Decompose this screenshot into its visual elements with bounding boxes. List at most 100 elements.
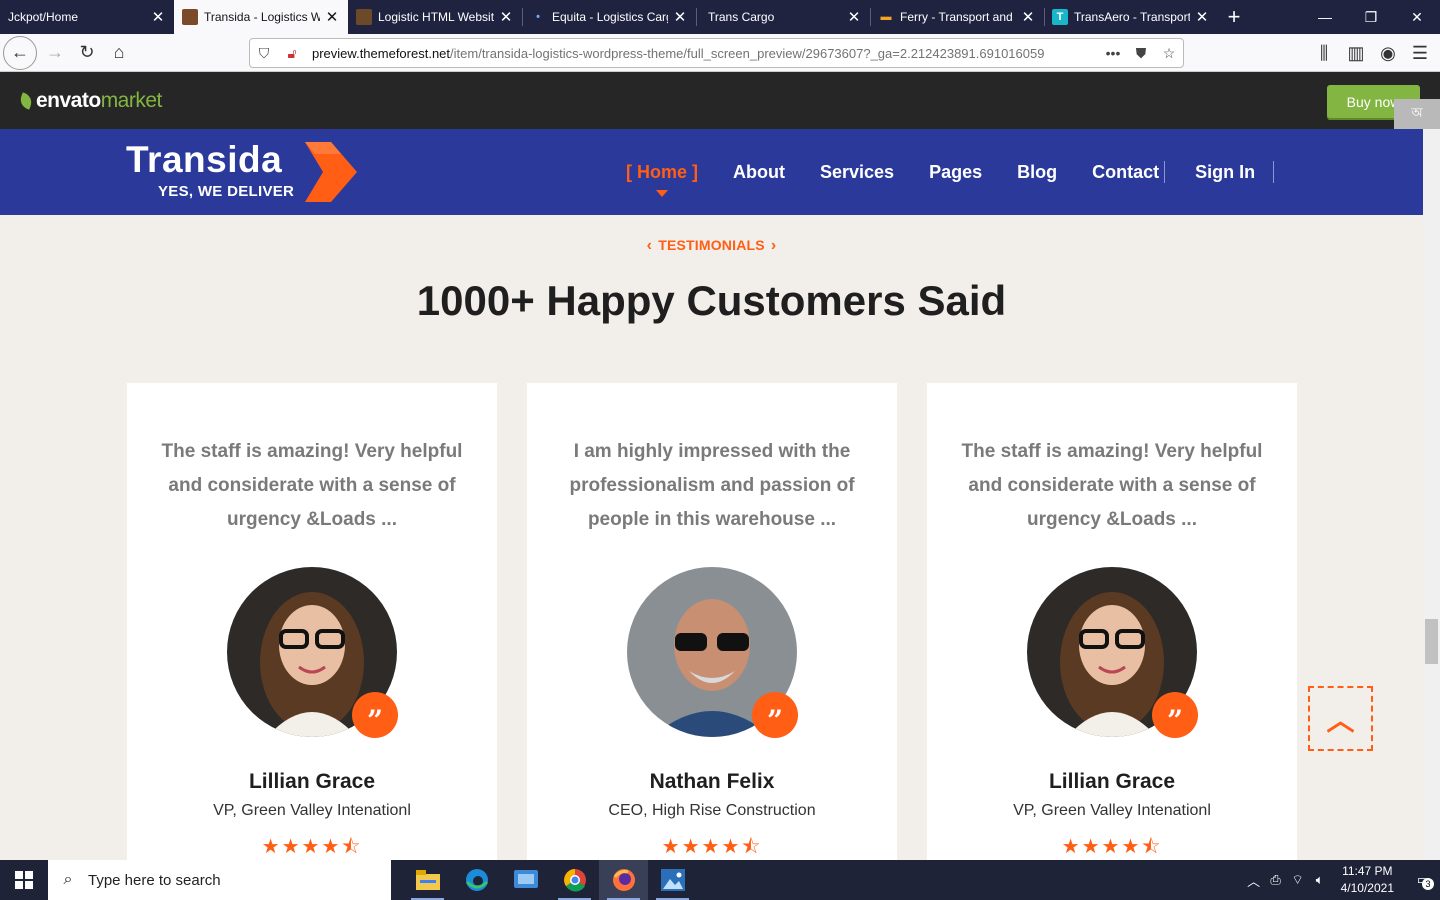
browser-toolbar: ← → ↻ ⌂ ⛉ 🔓︎ preview.themeforest.net/ite…: [0, 34, 1440, 72]
testimonial-quote: The staff is amazing! Very helpful and c…: [161, 441, 463, 530]
site-logo[interactable]: Transida YES, WE DELIVER: [126, 139, 294, 200]
close-window-icon[interactable]: ✕: [1394, 0, 1440, 34]
nav-blog[interactable]: Blog: [1017, 162, 1057, 183]
person-role: VP, Green Valley Intenationl: [213, 802, 411, 819]
volume-icon[interactable]: 🔈︎: [1309, 872, 1331, 888]
tab-title: Ferry - Transport and L: [900, 10, 1016, 24]
system-tray: ︿ ⎙ ⌔ 🔈︎ 11:47 PM 4/10/2021 ▭3: [1243, 860, 1440, 900]
pocket-icon[interactable]: ⛊: [1127, 45, 1155, 62]
firefox-icon[interactable]: [599, 860, 648, 900]
browser-tab-active[interactable]: Transida - Logistics W ✕: [174, 0, 348, 34]
browser-tab[interactable]: Jckpot/Home ✕: [0, 0, 174, 34]
insecure-lock-icon[interactable]: 🔓︎: [278, 45, 306, 62]
nav-home[interactable]: [ Home ]: [626, 162, 698, 197]
file-explorer-icon[interactable]: [403, 860, 452, 900]
page-actions-icon[interactable]: •••: [1099, 45, 1127, 61]
testimonial-card: The staff is amazing! Very helpful and c…: [927, 383, 1297, 860]
taskbar-apps: [403, 860, 697, 900]
scroll-to-top-button[interactable]: ︿: [1308, 686, 1373, 751]
edge-icon[interactable]: [452, 860, 501, 900]
browser-tab[interactable]: T TransAero - Transport ✕: [1044, 0, 1218, 34]
shield-icon[interactable]: ⛉: [250, 45, 278, 62]
search-placeholder: Type here to search: [88, 871, 221, 889]
language-side-tab[interactable]: অ: [1394, 99, 1440, 129]
site-header: Transida YES, WE DELIVER [ Home ] About …: [0, 129, 1423, 215]
chevron-left-icon: ‹: [646, 237, 653, 254]
t-favicon-icon: T: [1052, 9, 1068, 25]
menu-icon[interactable]: ☰: [1404, 37, 1436, 69]
nav-divider: [1273, 161, 1275, 183]
section-title: 1000+ Happy Customers Said: [416, 277, 1007, 324]
new-tab-button[interactable]: +: [1218, 0, 1250, 34]
app-icon[interactable]: [501, 860, 550, 900]
quote-icon: ”: [352, 692, 398, 738]
page-scrollbar[interactable]: [1423, 129, 1440, 860]
person-name: Lillian Grace: [1048, 770, 1176, 793]
reload-button[interactable]: ↻: [71, 37, 103, 69]
back-button[interactable]: ←: [3, 35, 37, 70]
logistic-favicon-icon: [356, 9, 372, 25]
account-icon[interactable]: ◉: [1372, 37, 1404, 69]
url-path: /item/transida-logistics-wordpress-theme…: [450, 45, 1045, 61]
browser-tab-strip: Jckpot/Home ✕ Transida - Logistics W ✕ L…: [0, 0, 1440, 34]
main-nav: [ Home ] About Services Pages Blog Conta…: [626, 161, 1275, 197]
wifi-icon[interactable]: ⌔: [1287, 872, 1309, 888]
meet-now-icon[interactable]: ⎙: [1265, 872, 1287, 888]
truck-favicon-icon: ▬: [880, 11, 892, 23]
nav-divider: [1164, 161, 1166, 183]
url-text[interactable]: preview.themeforest.net/item/transida-lo…: [312, 46, 1099, 61]
photos-icon[interactable]: [648, 860, 697, 900]
sidebar-icon[interactable]: ▥: [1340, 37, 1372, 69]
browser-tab[interactable]: Trans Cargo ✕: [696, 0, 870, 34]
close-tab-icon[interactable]: ✕: [1194, 8, 1210, 26]
browser-tab[interactable]: Logistic HTML Websit ✕: [348, 0, 522, 34]
chevron-logo-icon: [305, 142, 357, 202]
avatar-wrap: ”: [1027, 567, 1198, 738]
windows-logo-icon: [15, 871, 33, 889]
nav-contact[interactable]: Contact: [1092, 162, 1159, 183]
browser-tab[interactable]: ▬ Ferry - Transport and L ✕: [870, 0, 1044, 34]
testimonial-card: I am highly impressed with the professio…: [527, 383, 897, 860]
brand-tagline: YES, WE DELIVER: [158, 183, 295, 200]
home-button[interactable]: ⌂: [103, 37, 135, 69]
transida-favicon-icon: [182, 9, 198, 25]
clock[interactable]: 11:47 PM 4/10/2021: [1341, 863, 1394, 897]
leaf-icon: [17, 92, 35, 110]
close-tab-icon[interactable]: ✕: [324, 8, 340, 26]
chevron-up-icon[interactable]: ︿: [1243, 871, 1265, 890]
close-tab-icon[interactable]: ✕: [846, 8, 862, 26]
url-domain: preview.themeforest.net: [312, 45, 451, 61]
restore-icon[interactable]: ❐: [1348, 0, 1394, 34]
page-viewport: Transida YES, WE DELIVER [ Home ] About …: [0, 129, 1423, 860]
envato-logo[interactable]: envato market: [17, 89, 162, 113]
envato-bar: envato market Buy now: [0, 72, 1440, 129]
person-role: CEO, High Rise Construction: [608, 802, 816, 819]
sign-in-link[interactable]: Sign In: [1195, 162, 1255, 183]
close-tab-icon[interactable]: ✕: [150, 8, 166, 26]
start-button[interactable]: [0, 860, 48, 900]
notification-icon[interactable]: ▭3: [1406, 872, 1440, 890]
library-icon[interactable]: ⫼: [1308, 37, 1340, 69]
browser-tab[interactable]: • Equita - Logistics Carg ✕: [522, 0, 696, 34]
address-bar[interactable]: ⛉ 🔓︎ preview.themeforest.net/item/transi…: [249, 38, 1184, 68]
nav-pages[interactable]: Pages: [929, 162, 982, 183]
close-tab-icon[interactable]: ✕: [1020, 8, 1036, 26]
quote-icon: ”: [752, 692, 798, 738]
windows-taskbar: ⌕ Type here to search ︿ ⎙ ⌔ 🔈︎ 11:47 PM …: [0, 860, 1440, 900]
tab-title: Trans Cargo: [708, 10, 775, 24]
window-controls: — ❐ ✕: [1302, 0, 1440, 34]
close-tab-icon[interactable]: ✕: [672, 8, 688, 26]
star-rating: ★★★★⯪: [1061, 836, 1163, 858]
chevron-up-icon: ︿: [1326, 704, 1355, 736]
brand-name: Transida: [126, 139, 283, 180]
nav-services[interactable]: Services: [820, 162, 894, 183]
close-tab-icon[interactable]: ✕: [498, 8, 514, 26]
bookmark-star-icon[interactable]: ☆: [1155, 45, 1183, 62]
envato-logo-word: envato: [36, 89, 101, 112]
forward-button[interactable]: →: [39, 37, 71, 69]
scrollbar-thumb[interactable]: [1425, 619, 1438, 664]
taskbar-search[interactable]: ⌕ Type here to search: [48, 860, 391, 900]
chrome-icon[interactable]: [550, 860, 599, 900]
nav-about[interactable]: About: [733, 162, 785, 183]
minimize-icon[interactable]: —: [1302, 0, 1348, 34]
